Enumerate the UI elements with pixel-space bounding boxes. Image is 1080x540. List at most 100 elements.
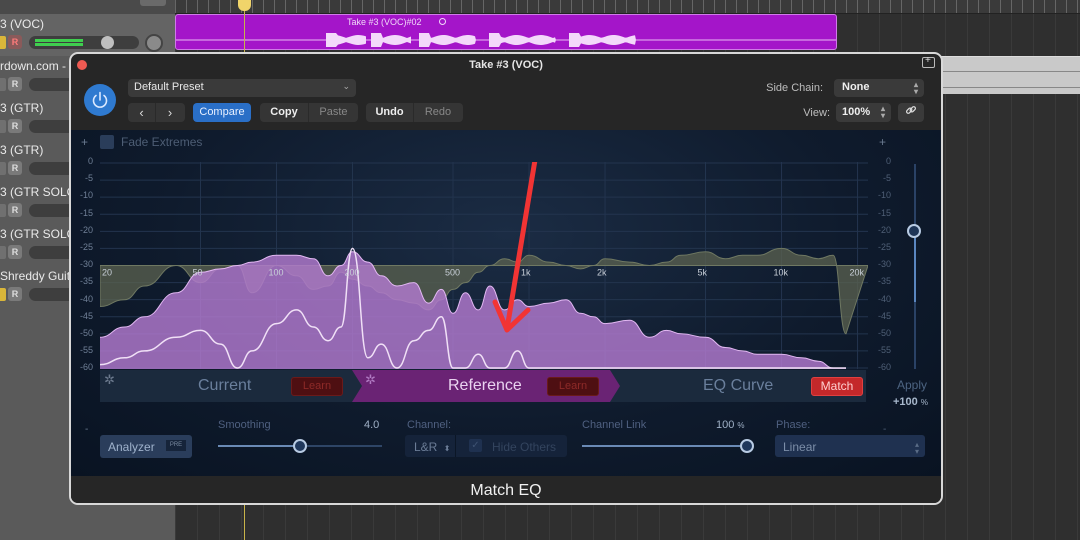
region-loop-icon [439, 18, 446, 25]
channel-controls: L&R ⬍ ✓ Hide Others [405, 435, 567, 457]
updown-chevron-icon: ▴ ▾ [914, 440, 919, 456]
db-scale-left-label: -30 [79, 259, 93, 270]
fade-extremes-label: Fade Extremes [121, 135, 203, 149]
analyzer-button[interactable]: Analyzer PRE [100, 435, 192, 458]
track-name: 3 (GTR SOLO [0, 185, 77, 199]
compare-button[interactable]: Compare [193, 103, 251, 122]
db-scale-left-label: -20 [79, 224, 93, 235]
side-chain-select[interactable]: None ▴ ▾ [834, 79, 924, 97]
channel-link-label: Channel Link [582, 419, 647, 431]
db-scale-right-label: -25 [877, 242, 891, 252]
expand-window-icon[interactable] [922, 55, 935, 68]
redo-button[interactable]: Redo [414, 103, 462, 122]
record-enable-button[interactable]: R [8, 77, 22, 91]
mute-button[interactable] [0, 120, 6, 133]
side-chain-value: None [842, 81, 870, 93]
copy-button[interactable]: Copy [260, 103, 309, 122]
match-eq-plugin-window: Take #3 (VOC) Default Preset ⌄ ‹ › Compa… [69, 52, 943, 505]
smoothing-label: Smoothing [218, 419, 271, 431]
window-titlebar[interactable]: Take #3 (VOC) [71, 54, 941, 74]
zoom-in-db-right[interactable]: + [879, 135, 886, 149]
spectrum-graph[interactable]: 20 50 100 200 500 1k 2k 5k 10k 20k [100, 162, 868, 369]
tab-current[interactable]: Current [198, 377, 251, 395]
pan-knob[interactable] [145, 34, 163, 52]
mute-button[interactable] [0, 78, 6, 91]
channel-link-slider-knob[interactable] [740, 439, 754, 453]
power-icon [92, 91, 108, 108]
link-icon [905, 105, 917, 119]
freq-axis-label: 2k [597, 268, 607, 278]
timeline-ruler[interactable] [175, 0, 1080, 14]
db-scale-right-label: -40 [877, 293, 891, 304]
mute-button[interactable] [0, 288, 6, 301]
learn-current-button[interactable]: Learn [291, 377, 343, 396]
analyzer-label: Analyzer [108, 440, 155, 454]
paste-button[interactable]: Paste [309, 103, 358, 122]
channel-select[interactable]: L&R ⬍ [405, 435, 456, 457]
db-scale-left-label: -15 [79, 207, 93, 218]
tab-reference-label[interactable]: Reference [448, 377, 522, 395]
record-enable-button[interactable]: R [8, 119, 22, 133]
bypass-power-button[interactable] [84, 84, 116, 116]
apply-slider-knob[interactable] [907, 224, 921, 238]
preset-menu[interactable]: Default Preset ⌄ [128, 79, 356, 97]
track-toolbar-button[interactable] [140, 0, 166, 6]
audio-region-voc[interactable]: Take #3 (VOC)#02 [175, 14, 837, 50]
fade-extremes-checkbox[interactable] [100, 135, 114, 149]
smoothing-slider-knob[interactable] [293, 439, 307, 453]
undo-redo-group: Undo Redo [366, 103, 463, 122]
phase-select[interactable]: Linear ▴ ▾ [775, 435, 925, 457]
audio-region-gray[interactable] [940, 56, 1080, 94]
plugin-footer: Match EQ [71, 476, 941, 503]
mute-button[interactable] [0, 36, 6, 49]
learn-reference-button[interactable]: Learn [547, 377, 599, 396]
fader-knob[interactable] [101, 36, 114, 49]
track-name: Shreddy Guit [0, 269, 71, 283]
zoom-out-db-right[interactable]: - [883, 424, 886, 435]
volume-fader[interactable] [29, 36, 139, 49]
zoom-in-db-left[interactable]: + [81, 135, 88, 149]
preset-name: Default Preset [134, 81, 204, 93]
hide-others-checkbox[interactable]: ✓ [469, 439, 482, 452]
mute-button[interactable] [0, 204, 6, 217]
window-title: Take #3 (VOC) [469, 59, 543, 71]
record-enable-button[interactable]: R [8, 245, 22, 259]
freq-axis-label: 10k [774, 268, 789, 278]
channel-value: L&R [414, 440, 438, 454]
analyzer-pre-badge[interactable]: PRE [166, 440, 186, 451]
previous-preset-button[interactable]: ‹ [128, 103, 156, 122]
apply-value-unit: % [920, 398, 928, 407]
channel-link-number: 100 [716, 419, 735, 431]
view-zoom-select[interactable]: 100% ▴ ▾ [836, 103, 891, 122]
tab-eq-curve[interactable]: EQ Curve [703, 377, 773, 395]
db-scale-right-label: -20 [877, 224, 891, 235]
plugin-name: Match EQ [470, 482, 542, 499]
region-waveform-line [940, 71, 1080, 72]
match-button[interactable]: Match [811, 377, 863, 396]
track-header-toolbar [0, 0, 175, 14]
updown-chevron-icon: ⬍ [443, 444, 451, 453]
record-enable-button[interactable]: R [8, 161, 22, 175]
record-enable-button[interactable]: R [8, 35, 22, 49]
track-header[interactable]: 3 (VOC) R [0, 14, 175, 56]
current-settings-gear-icon[interactable]: ✲ [104, 372, 115, 388]
playhead-handle[interactable] [238, 0, 251, 11]
freq-axis-label: 20k [850, 268, 865, 278]
zoom-out-db-left[interactable]: - [85, 424, 88, 435]
link-button[interactable] [898, 103, 924, 122]
db-scale-left-label: -50 [79, 328, 93, 338]
channel-link-unit: % [737, 421, 745, 430]
side-chain-label: Side Chain: [766, 82, 823, 94]
record-enable-button[interactable]: R [8, 287, 22, 301]
mute-button[interactable] [0, 162, 6, 175]
mute-button[interactable] [0, 246, 6, 259]
next-preset-button[interactable]: › [156, 103, 184, 122]
freq-axis-label: 20 [102, 268, 112, 278]
reference-settings-gear-icon[interactable]: ✲ [365, 372, 376, 388]
region-waveform-line [940, 87, 1080, 88]
db-scale-left-label: -55 [79, 345, 93, 356]
db-scale-right-label: -30 [877, 259, 891, 270]
smoothing-slider-fill [218, 445, 300, 447]
undo-button[interactable]: Undo [366, 103, 414, 122]
record-enable-button[interactable]: R [8, 203, 22, 217]
